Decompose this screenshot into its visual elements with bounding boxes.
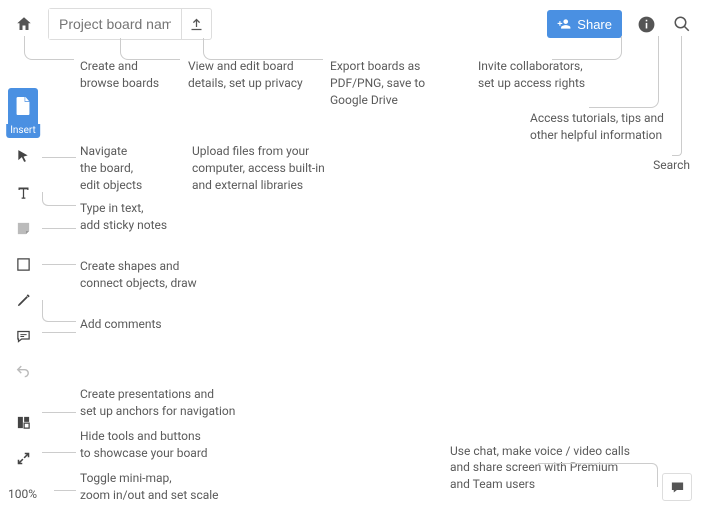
- text-icon: [16, 185, 31, 200]
- annotation-frames: Create presentations andset up anchors f…: [80, 386, 235, 420]
- home-button[interactable]: [14, 14, 34, 34]
- connector-line: [42, 228, 76, 229]
- cursor-icon: [16, 148, 30, 164]
- square-icon: [16, 257, 31, 272]
- tool-text[interactable]: [8, 174, 38, 210]
- annotation-zoom: Toggle mini-map,zoom in/out and set scal…: [80, 470, 219, 504]
- annotation-share: Invite collaborators,set up access right…: [478, 58, 585, 92]
- annotation-comments: Add comments: [80, 316, 162, 333]
- annotation-name: View and edit boarddetails, set up priva…: [188, 58, 303, 92]
- connector-line: [589, 36, 659, 108]
- connector-line: [42, 300, 76, 322]
- info-icon: [637, 15, 656, 34]
- tool-insert[interactable]: Insert: [8, 88, 38, 124]
- board-name-input[interactable]: [49, 9, 181, 39]
- upload-icon: [189, 17, 204, 32]
- zoom-level[interactable]: 100%: [8, 487, 37, 501]
- left-toolbar: Insert: [8, 88, 38, 476]
- connector-line: [203, 38, 323, 60]
- comment-icon: [16, 329, 31, 344]
- annotation-home: Create andbrowse boards: [80, 58, 159, 92]
- search-icon: [673, 15, 691, 33]
- share-button[interactable]: Share: [547, 10, 622, 38]
- annotation-info: Access tutorials, tips andother helpful …: [530, 110, 664, 144]
- tool-present[interactable]: [8, 440, 38, 476]
- connector-line: [42, 412, 76, 413]
- tool-frames[interactable]: [8, 404, 38, 440]
- add-person-icon: [557, 17, 571, 31]
- expand-icon: [16, 451, 31, 466]
- tool-undo[interactable]: [8, 354, 38, 390]
- connector-line: [42, 264, 76, 265]
- export-button[interactable]: [181, 9, 211, 39]
- annotation-search: Search: [653, 157, 690, 174]
- top-right-actions: Share: [547, 10, 692, 38]
- info-button[interactable]: [636, 14, 657, 35]
- frames-icon: [16, 415, 31, 430]
- sticky-note-icon: [16, 221, 31, 236]
- tool-comment[interactable]: [8, 318, 38, 354]
- tool-shapes[interactable]: [8, 246, 38, 282]
- chat-button[interactable]: [662, 473, 692, 501]
- pen-icon: [16, 293, 31, 308]
- share-label: Share: [577, 17, 612, 32]
- connector-line: [42, 452, 76, 453]
- annotation-insert: Upload files from yourcomputer, access b…: [192, 143, 325, 193]
- connector-line: [538, 463, 658, 487]
- connector-line: [24, 36, 74, 60]
- connector-line: [672, 36, 682, 156]
- search-button[interactable]: [671, 14, 692, 35]
- annotation-present: Hide tools and buttonsto showcase your b…: [80, 428, 208, 462]
- undo-icon: [15, 365, 31, 379]
- chat-icon: [669, 480, 686, 495]
- connector-line: [42, 157, 76, 158]
- annotation-shapes: Create shapes andconnect objects, draw: [80, 258, 197, 292]
- connector-line: [54, 490, 76, 491]
- connector-line: [42, 192, 76, 206]
- annotation-text: Type in text,add sticky notes: [80, 200, 167, 234]
- connector-line: [120, 38, 180, 60]
- home-icon: [15, 15, 33, 33]
- annotation-export: Export boards asPDF/PNG, save toGoogle D…: [330, 58, 425, 108]
- tool-sticky[interactable]: [8, 210, 38, 246]
- tool-select[interactable]: [8, 138, 38, 174]
- connector-line: [42, 332, 76, 333]
- file-plus-icon: [15, 97, 31, 115]
- tool-insert-label: Insert: [6, 124, 40, 138]
- tool-pen[interactable]: [8, 282, 38, 318]
- annotation-select: Navigatethe board,edit objects: [80, 143, 142, 193]
